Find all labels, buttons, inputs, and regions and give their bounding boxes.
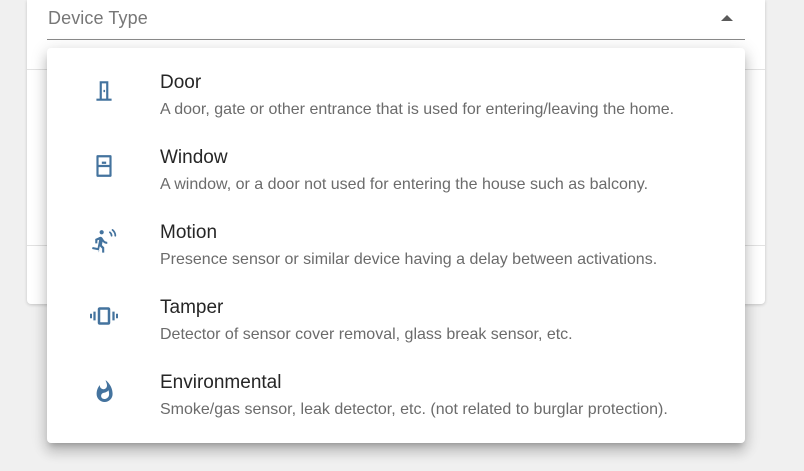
window-icon: [89, 151, 119, 181]
menu-item-description: A window, or a door not used for enterin…: [160, 176, 649, 193]
menu-item-description: Presence sensor or similar device having…: [160, 251, 658, 268]
door-icon: [89, 76, 119, 106]
menu-item-title: Window: [160, 147, 228, 168]
menu-item-description: Detector of sensor cover removal, glass …: [160, 326, 573, 343]
menu-item-description: A door, gate or other entrance that is u…: [160, 101, 675, 118]
menu-item-tamper[interactable]: Tamper Detector of sensor cover removal,…: [47, 275, 745, 350]
fire-icon: [89, 376, 119, 406]
menu-item-door[interactable]: Door A door, gate or other entrance that…: [47, 50, 745, 125]
menu-item-title: Environmental: [160, 372, 282, 393]
device-type-select[interactable]: Device Type: [47, 0, 745, 40]
menu-item-description: Smoke/gas sensor, leak detector, etc. (n…: [160, 401, 668, 418]
device-type-menu: Door A door, gate or other entrance that…: [47, 48, 745, 443]
menu-item-title: Door: [160, 72, 202, 93]
motion-sensor-icon: [89, 226, 119, 256]
vibrate-icon: [89, 301, 119, 331]
menu-item-environmental[interactable]: Environmental Smoke/gas sensor, leak det…: [47, 350, 745, 425]
menu-item-window[interactable]: Window A window, or a door not used for …: [47, 125, 745, 200]
caret-up-icon[interactable]: [721, 15, 733, 21]
device-type-label: Device Type: [48, 8, 148, 28]
menu-item-title: Motion: [160, 222, 218, 243]
menu-item-motion[interactable]: Motion Presence sensor or similar device…: [47, 200, 745, 275]
menu-item-title: Tamper: [160, 297, 224, 318]
